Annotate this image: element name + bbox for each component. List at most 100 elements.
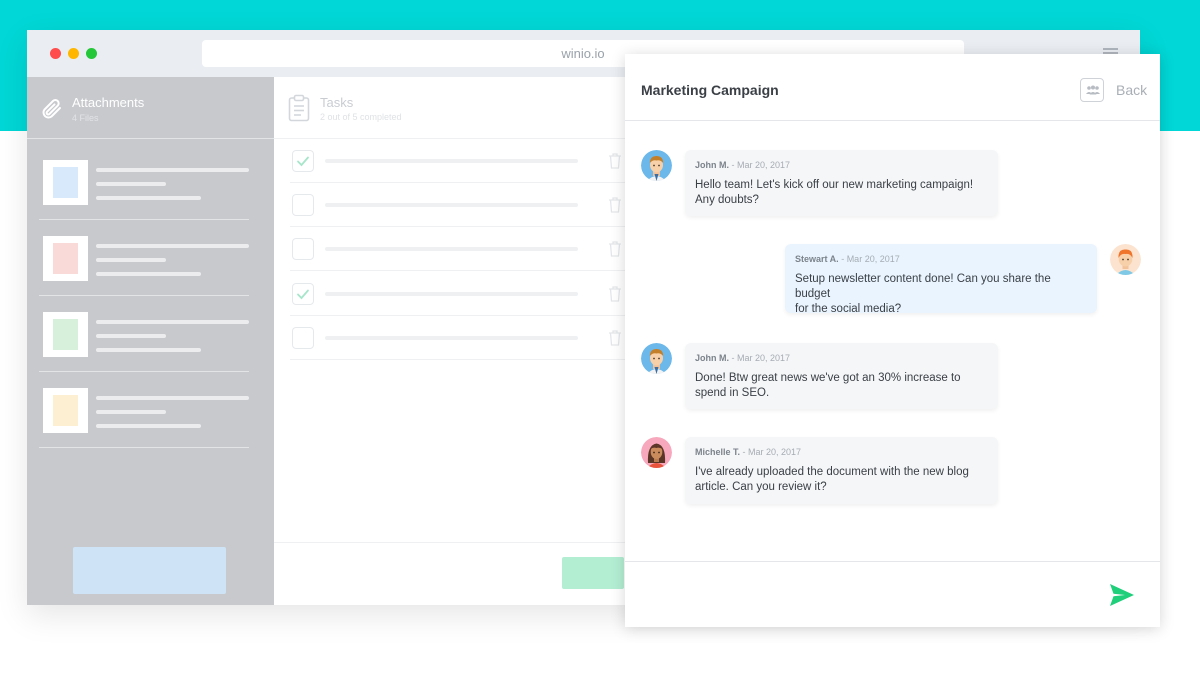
trash-icon[interactable] bbox=[608, 196, 622, 213]
divider bbox=[39, 447, 249, 448]
file-meta-placeholder bbox=[96, 272, 201, 276]
message-date: Mar 20, 2017 bbox=[737, 160, 791, 170]
message-text: Setup newsletter content done! Can you s… bbox=[795, 272, 1085, 317]
file-name-placeholder bbox=[96, 320, 249, 324]
paperclip-icon bbox=[42, 99, 61, 119]
close-window-button[interactable] bbox=[50, 48, 61, 59]
task-checkbox[interactable] bbox=[292, 327, 314, 349]
chat-message: John M. - Mar 20, 2017 Hello team! Let's… bbox=[625, 150, 1160, 220]
message-text: I've already uploaded the document with … bbox=[695, 465, 986, 495]
john-avatar bbox=[641, 150, 672, 181]
file-thumbnail bbox=[43, 236, 88, 281]
chat-panel: Marketing Campaign Back John M. - Mar 20… bbox=[625, 54, 1160, 627]
message-date: Mar 20, 2017 bbox=[846, 254, 900, 264]
message-text-line: spend in SEO. bbox=[695, 387, 770, 399]
file-item[interactable] bbox=[27, 215, 274, 296]
task-checkbox[interactable] bbox=[292, 194, 314, 216]
attachments-header: Attachments 4 Files bbox=[27, 77, 274, 139]
file-name-placeholder bbox=[96, 244, 249, 248]
trash-icon[interactable] bbox=[608, 240, 622, 257]
message-bubble: John M. - Mar 20, 2017 Hello team! Let's… bbox=[685, 150, 998, 216]
message-author: Stewart A. bbox=[795, 254, 839, 264]
file-name-placeholder bbox=[96, 396, 249, 400]
message-text: Done! Btw great news we've got an 30% in… bbox=[695, 371, 986, 401]
task-checkbox[interactable] bbox=[292, 150, 314, 172]
file-item[interactable] bbox=[27, 139, 274, 220]
message-text-line: I've already uploaded the document with … bbox=[695, 466, 969, 478]
attachments-panel: Attachments 4 Files bbox=[27, 77, 274, 605]
message-date: Mar 20, 2017 bbox=[737, 353, 791, 363]
trash-icon[interactable] bbox=[608, 152, 622, 169]
members-button[interactable] bbox=[1080, 78, 1104, 102]
add-task-button[interactable] bbox=[562, 557, 624, 589]
trash-icon[interactable] bbox=[608, 329, 622, 346]
task-item bbox=[290, 272, 630, 316]
message-text-line: article. Can you review it? bbox=[695, 481, 827, 493]
task-text-placeholder bbox=[325, 336, 578, 340]
task-item bbox=[290, 227, 630, 271]
file-thumbnail bbox=[43, 160, 88, 205]
message-meta: Michelle T. - Mar 20, 2017 bbox=[695, 447, 986, 462]
tasks-title: Tasks bbox=[320, 95, 354, 110]
file-thumbnail bbox=[43, 312, 88, 357]
message-separator: - bbox=[729, 353, 737, 363]
file-meta-placeholder bbox=[96, 196, 201, 200]
message-bubble: John M. - Mar 20, 2017 Done! Btw great n… bbox=[685, 343, 998, 409]
task-text-placeholder bbox=[325, 247, 578, 251]
file-meta-placeholder bbox=[96, 334, 166, 338]
task-text-placeholder bbox=[325, 203, 578, 207]
message-author: John M. bbox=[695, 353, 729, 363]
file-item[interactable] bbox=[27, 291, 274, 372]
back-button[interactable]: Back bbox=[1116, 82, 1147, 98]
minimize-window-button[interactable] bbox=[68, 48, 79, 59]
chat-message: John M. - Mar 20, 2017 Done! Btw great n… bbox=[625, 343, 1160, 413]
message-separator: - bbox=[740, 447, 749, 457]
checkmark-icon bbox=[297, 156, 309, 167]
file-meta-placeholder bbox=[96, 182, 166, 186]
clipboard-icon bbox=[288, 94, 310, 122]
message-text-line: Any doubts? bbox=[695, 194, 759, 206]
message-author: John M. bbox=[695, 160, 729, 170]
task-text-placeholder bbox=[325, 159, 578, 163]
message-bubble: Stewart A. - Mar 20, 2017 Setup newslett… bbox=[785, 244, 1097, 315]
message-text-line: Hello team! Let's kick off our new marke… bbox=[695, 179, 974, 191]
message-author: Michelle T. bbox=[695, 447, 741, 457]
task-checkbox[interactable] bbox=[292, 283, 314, 305]
john-avatar bbox=[641, 343, 672, 374]
message-bubble: Michelle T. - Mar 20, 2017 I've already … bbox=[685, 437, 998, 504]
task-item bbox=[290, 139, 630, 183]
stewart-avatar bbox=[1110, 244, 1141, 275]
document-icon bbox=[53, 395, 78, 426]
file-thumbnail bbox=[43, 388, 88, 433]
message-text-line: for the social media? bbox=[795, 303, 902, 315]
message-date: Mar 20, 2017 bbox=[748, 447, 802, 457]
message-input[interactable] bbox=[641, 569, 1091, 621]
chat-message: Michelle T. - Mar 20, 2017 I've already … bbox=[625, 437, 1160, 507]
upload-button[interactable] bbox=[73, 547, 226, 594]
document-icon bbox=[53, 243, 78, 274]
people-icon bbox=[1086, 85, 1100, 95]
chat-header: Marketing Campaign Back bbox=[625, 54, 1160, 121]
file-item[interactable] bbox=[27, 367, 274, 448]
message-text-line: Setup newsletter content done! Can you s… bbox=[795, 273, 1051, 300]
composer-divider bbox=[625, 561, 1160, 562]
file-meta-placeholder bbox=[96, 410, 166, 414]
maximize-window-button[interactable] bbox=[86, 48, 97, 59]
message-separator: - bbox=[838, 254, 847, 264]
task-checkbox[interactable] bbox=[292, 238, 314, 260]
message-meta: John M. - Mar 20, 2017 bbox=[695, 353, 986, 368]
checkmark-icon bbox=[297, 289, 309, 300]
file-meta-placeholder bbox=[96, 258, 166, 262]
file-meta-placeholder bbox=[96, 424, 201, 428]
chat-title: Marketing Campaign bbox=[641, 82, 779, 98]
task-item bbox=[290, 316, 630, 360]
michelle-avatar bbox=[641, 437, 672, 468]
attachments-title: Attachments bbox=[72, 95, 145, 110]
message-text-line: Done! Btw great news we've got an 30% in… bbox=[695, 372, 961, 384]
send-icon[interactable] bbox=[1109, 583, 1135, 607]
message-meta: Stewart A. - Mar 20, 2017 bbox=[795, 254, 1085, 269]
trash-icon[interactable] bbox=[608, 285, 622, 302]
chat-message: Stewart A. - Mar 20, 2017 Setup newslett… bbox=[625, 244, 1160, 315]
document-icon bbox=[53, 319, 78, 350]
message-meta: John M. - Mar 20, 2017 bbox=[695, 160, 986, 175]
